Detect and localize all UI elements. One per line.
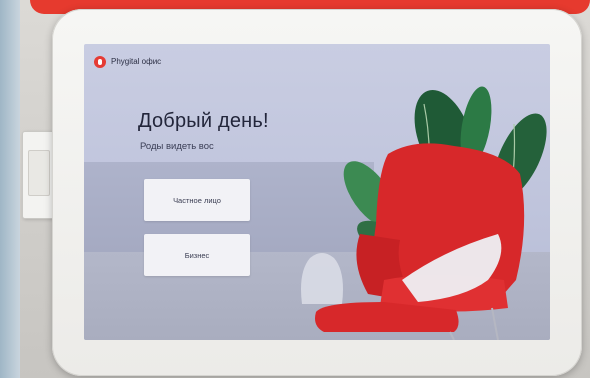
window-edge (0, 0, 20, 378)
private-person-button[interactable]: Частное лицо (144, 179, 250, 221)
greeting-title: Добрый день! (138, 110, 269, 132)
microphone-icon (94, 56, 106, 68)
wall-switch (22, 131, 56, 219)
vase (301, 253, 343, 304)
brand-name: Phygital офис (111, 57, 162, 66)
business-button[interactable]: Бизнес (144, 234, 250, 276)
kiosk-screen: Phygital офис Добрый день! Роды видеть в… (84, 44, 550, 340)
greeting-subtitle: Роды видеть вос (140, 141, 214, 152)
wall-switch-plate (28, 150, 50, 196)
